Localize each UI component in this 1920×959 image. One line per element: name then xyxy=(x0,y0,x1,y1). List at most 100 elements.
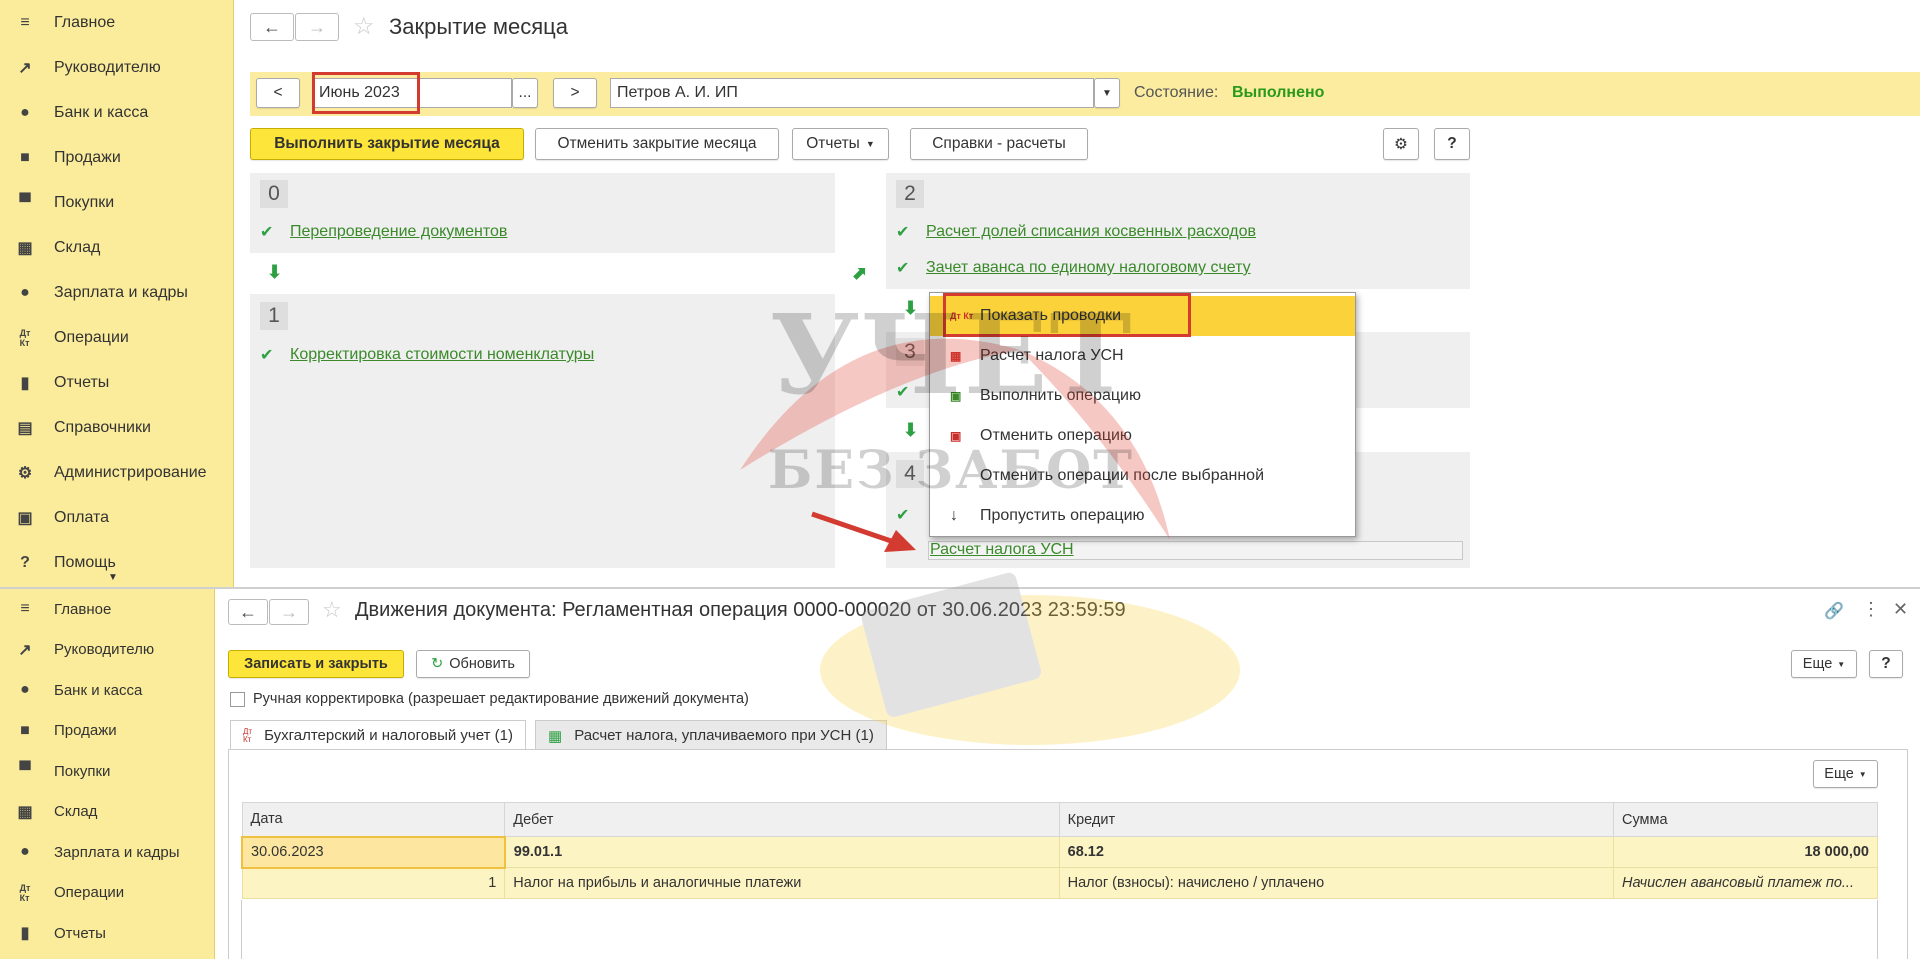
tab-usn[interactable]: ▦ Расчет налога, уплачиваемого при УСН (1… xyxy=(535,720,887,750)
wallet-icon: ▣ xyxy=(17,509,33,527)
sidebar-item-bank[interactable]: ● Банк и касса xyxy=(0,90,233,135)
run-close-button[interactable]: Выполнить закрытие месяца xyxy=(250,128,524,160)
grid-icon: ▦ xyxy=(17,239,33,257)
settings-button[interactable]: ⚙ xyxy=(1383,128,1419,160)
sidebar-item-admin[interactable]: ⚙ Администрирование xyxy=(0,450,233,495)
cell-content[interactable]: Начислен авансовый платеж по... xyxy=(1613,867,1878,899)
books-icon: ▤ xyxy=(17,419,33,437)
next-period-button[interactable]: > xyxy=(553,78,597,108)
cell-debit-account[interactable]: 99.01.1 xyxy=(504,836,1060,868)
column-header-credit[interactable]: Кредит xyxy=(1058,802,1615,837)
cell-debit-subconto[interactable]: Налог на прибыль и аналогичные платежи xyxy=(504,867,1060,899)
help-button[interactable]: ? xyxy=(1434,128,1470,160)
menu-item-usn-report[interactable]: ▦ Расчет налога УСН xyxy=(930,336,1355,376)
trend-icon: ↗ xyxy=(18,641,32,659)
person-icon: ● xyxy=(20,843,30,861)
section-number: 4 xyxy=(896,460,924,488)
link-icon[interactable]: 🔗 xyxy=(1824,601,1844,621)
org-dropdown-button[interactable]: ▼ xyxy=(1094,78,1120,108)
forward-button[interactable]: → xyxy=(295,13,339,41)
sidebar-item-reports[interactable]: ▮ Отчеты xyxy=(0,913,214,954)
sidebar-item-warehouse[interactable]: ▦ Склад xyxy=(0,792,214,833)
chevron-down-icon: ▼ xyxy=(1837,659,1846,669)
organization-field[interactable]: Петров А. И. ИП xyxy=(610,78,1094,108)
chevron-down-icon: ▼ xyxy=(1102,87,1112,99)
sidebar-item-warehouse[interactable]: ▦ Склад xyxy=(0,225,233,270)
sidebar-item-sales[interactable]: ■ Продажи xyxy=(0,135,233,180)
sidebar-item-director[interactable]: ↗ Руководителю xyxy=(0,630,214,671)
question-icon: ? xyxy=(20,553,30,571)
menu-highlight xyxy=(943,293,1191,337)
section-number: 2 xyxy=(896,180,924,208)
menu-item-run-op[interactable]: ▣ Выполнить операцию xyxy=(930,376,1355,416)
manual-correction-label: Ручная корректировка (разрешает редактир… xyxy=(253,691,749,707)
cell-date[interactable]: 30.06.2023 xyxy=(241,835,506,869)
bar-chart-icon: ▮ xyxy=(20,374,30,392)
refresh-button[interactable]: ↻ Обновить xyxy=(416,650,530,678)
op-reposting-link[interactable]: Перепроведение документов xyxy=(290,223,507,241)
column-header-sum[interactable]: Сумма xyxy=(1613,802,1878,837)
favorite-star-icon[interactable]: ☆ xyxy=(353,12,375,41)
cancel-close-button[interactable]: Отменить закрытие месяца xyxy=(535,128,779,160)
sidebar-item-salary[interactable]: ● Зарплата и кадры xyxy=(0,832,214,873)
menu-item-cancel-op[interactable]: ▣ Отменить операцию xyxy=(930,416,1355,456)
sidebar-item-payment[interactable]: ▣ Оплата xyxy=(0,495,233,540)
skip-arrow-icon: ↓ xyxy=(950,507,958,524)
column-header-date[interactable]: Дата xyxy=(241,802,506,837)
sidebar-item-director[interactable]: ↗ Руководителю xyxy=(0,45,233,90)
sidebar-item-catalogs[interactable]: ▤ Справочники xyxy=(0,405,233,450)
table-row[interactable]: 1 Налог на прибыль и аналогичные платежи… xyxy=(241,867,1878,899)
status-value: Выполнено xyxy=(1232,84,1325,101)
prev-period-button[interactable]: < xyxy=(256,78,300,108)
report-icon: ▦ xyxy=(950,349,962,363)
back-button[interactable]: ← xyxy=(228,599,268,625)
sidebar: ≡ Главное ↗ Руководителю ● Банк и касса ■ Пр… xyxy=(0,589,215,959)
favorite-star-icon[interactable]: ☆ xyxy=(322,597,342,623)
table-row[interactable]: 30.06.2023 99.01.1 68.12 18 000,00 xyxy=(241,835,1878,869)
sidebar-item-purchases[interactable]: ▀ Покупки xyxy=(0,751,214,792)
sidebar-item-reports[interactable]: ▮ Отчеты xyxy=(0,360,233,405)
cart-icon: ▀ xyxy=(19,193,31,211)
op-row: ✔ Зачет аванса по единому налоговому счет… xyxy=(896,258,1251,278)
cell-credit-subconto[interactable]: Налог (взносы): начислено / уплачено xyxy=(1058,867,1615,899)
sidebar-item-bank[interactable]: ● Банк и касса xyxy=(0,670,214,711)
save-close-button[interactable]: Записать и закрыть xyxy=(228,650,404,678)
menu-item-skip-op[interactable]: ↓ Пропустить операцию xyxy=(930,496,1355,536)
close-icon[interactable]: ✕ xyxy=(1893,599,1908,620)
sidebar-item-main[interactable]: ≡ Главное xyxy=(0,0,233,45)
help-calc-button[interactable]: Справки - расчеты xyxy=(910,128,1088,160)
op-indirect-costs-link[interactable]: Расчет долей списания косвенных расходов xyxy=(926,223,1256,241)
month-close-window: ≡ Главное ↗ Руководителю ● Банк и касса ■ Пр… xyxy=(0,0,1920,589)
sidebar-item-purchases[interactable]: ▀ Покупки xyxy=(0,180,233,225)
column-header-debit[interactable]: Дебет xyxy=(504,802,1060,837)
back-button[interactable]: ← xyxy=(250,13,294,41)
cell-credit-account[interactable]: 68.12 xyxy=(1058,836,1615,868)
more-button[interactable]: Еще ▼ xyxy=(1791,650,1857,678)
scroll-down-icon[interactable]: ▼ xyxy=(108,572,118,583)
help-button[interactable]: ? xyxy=(1869,650,1903,678)
cell-row-number[interactable]: 1 xyxy=(241,867,506,899)
reports-button[interactable]: Отчеты ▼ xyxy=(792,128,889,160)
forward-button[interactable]: → xyxy=(269,599,309,625)
check-icon: ✔ xyxy=(896,260,910,277)
sidebar-item-operations[interactable]: Дт Кт Операции xyxy=(0,873,214,914)
op-cost-correction-link[interactable]: Корректировка стоимости номенклатуры xyxy=(290,346,594,364)
op-usn-tax-link[interactable]: Расчет налога УСН xyxy=(930,541,1074,559)
manual-correction-checkbox[interactable] xyxy=(230,692,245,707)
sidebar-item-salary[interactable]: ● Зарплата и кадры xyxy=(0,270,233,315)
page-title: Движения документа: Регламентная операци… xyxy=(355,599,1126,621)
sidebar-item-main[interactable]: ≡ Главное xyxy=(0,589,214,630)
sidebar-item-sales[interactable]: ■ Продажи xyxy=(0,711,214,752)
period-select-button[interactable]: ... xyxy=(512,78,538,108)
dt-kt-icon: Дт Кт xyxy=(19,882,31,903)
trend-icon: ↗ xyxy=(18,59,32,77)
cell-sum[interactable]: 18 000,00 xyxy=(1613,836,1878,868)
tab-accounting[interactable]: Дт Кт Бухгалтерский и налоговый учет (1) xyxy=(230,720,526,750)
sidebar-item-operations[interactable]: Дт Кт Операции xyxy=(0,315,233,360)
menu-item-cancel-after[interactable]: Отменить операции после выбранной xyxy=(930,456,1355,496)
op-advance-offset-link[interactable]: Зачет аванса по единому налоговому счету xyxy=(926,259,1251,277)
more-vertical-icon[interactable]: ⋮ xyxy=(1862,599,1880,620)
section-number: 1 xyxy=(260,302,288,330)
gear-icon: ⚙ xyxy=(17,464,33,482)
table-more-button[interactable]: Еще ▼ xyxy=(1813,760,1878,788)
